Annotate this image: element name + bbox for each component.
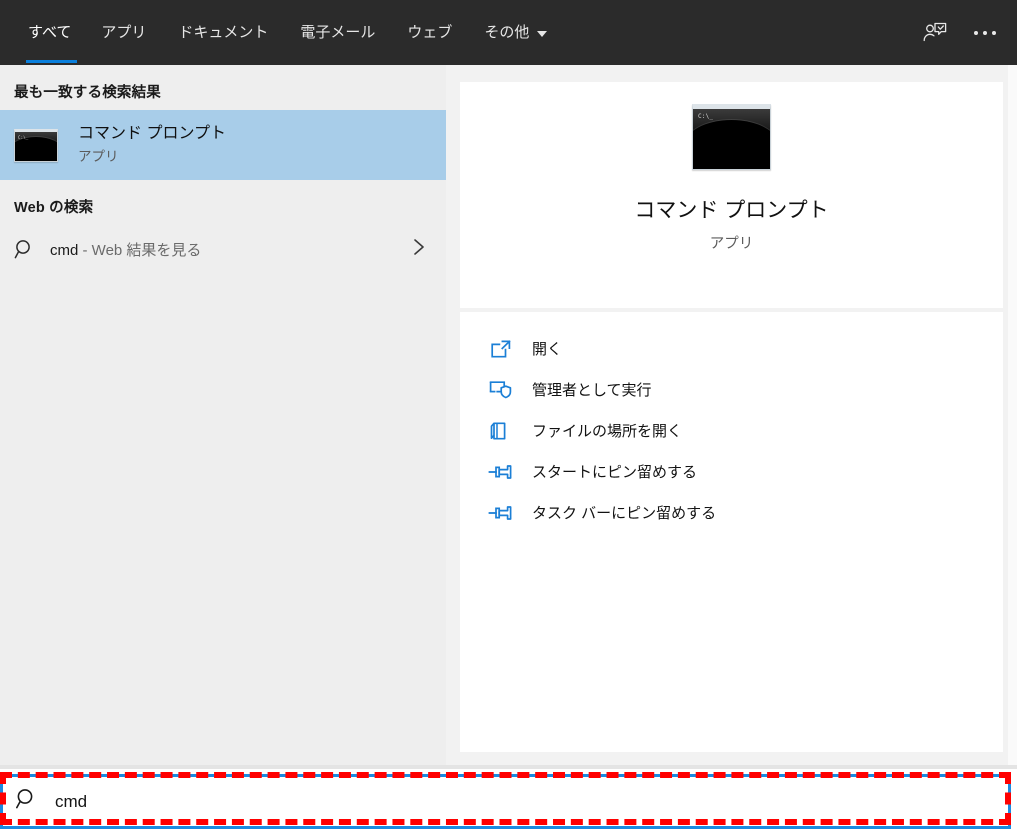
search-icon: [15, 787, 39, 816]
action-open-label: 開く: [532, 341, 563, 358]
tab-all-label: すべて: [28, 24, 72, 41]
chevron-right-icon: [412, 238, 426, 261]
tab-documents[interactable]: ドキュメント: [162, 0, 284, 65]
action-pin-to-start-label: スタートにピン留めする: [532, 464, 698, 481]
result-item-title: コマンド プロンプト: [78, 125, 226, 143]
feedback-button[interactable]: [913, 11, 957, 55]
search-flyout-window: すべて アプリ ドキュメント 電子メール ウェブ その他 最も一致する検索結果 …: [0, 0, 1017, 829]
chevron-down-icon: [537, 30, 548, 37]
search-icon: [14, 238, 44, 260]
result-item-command-prompt[interactable]: C:\_ コマンド プロンプト アプリ: [0, 110, 446, 180]
action-open[interactable]: 開く: [460, 328, 1003, 369]
preview-app-card: C:\_ コマンド プロンプト アプリ: [460, 82, 1003, 308]
pin-icon: [486, 504, 516, 522]
more-options-icon: [974, 30, 996, 35]
search-bar-container: cmd: [0, 769, 1017, 829]
folder-open-location-icon: [486, 420, 516, 442]
search-input[interactable]: cmd: [0, 774, 1011, 829]
tab-web-label: ウェブ: [407, 24, 453, 41]
web-search-header: Web の検索: [14, 200, 94, 216]
tab-apps-label: アプリ: [101, 24, 147, 41]
search-input-value: cmd: [55, 791, 88, 811]
action-open-file-location[interactable]: ファイルの場所を開く: [460, 410, 1003, 451]
result-item-subtitle: アプリ: [78, 149, 119, 165]
command-prompt-icon: C:\_: [692, 104, 771, 170]
web-result-suffix: - Web 結果を見る: [82, 241, 202, 259]
result-item-text: コマンド プロンプト アプリ: [78, 124, 226, 165]
tab-email[interactable]: 電子メール: [284, 0, 391, 65]
web-result-label: cmd - Web 結果を見る: [50, 239, 412, 260]
tab-documents-label: ドキュメント: [178, 24, 269, 41]
tab-web[interactable]: ウェブ: [391, 0, 468, 65]
web-result-item[interactable]: cmd - Web 結果を見る: [0, 225, 446, 273]
preview-actions-card: 開く 管理者として実行 ファイルの場所を開く スタートにピン留めする タスク バ…: [460, 312, 1003, 752]
tab-active-underline: [26, 60, 78, 63]
preview-app-title: コマンド プロンプト: [634, 199, 829, 222]
action-pin-to-taskbar-label: タスク バーにピン留めする: [532, 505, 717, 522]
tab-apps[interactable]: アプリ: [85, 0, 162, 65]
action-pin-to-taskbar[interactable]: タスク バーにピン留めする: [460, 492, 1003, 533]
action-pin-to-start[interactable]: スタートにピン留めする: [460, 451, 1003, 492]
tab-more-label: その他: [484, 24, 530, 41]
topbar-action-group: [913, 0, 1007, 65]
action-open-file-location-label: ファイルの場所を開く: [532, 423, 683, 440]
pin-icon: [486, 463, 516, 481]
command-prompt-icon: C:\_: [14, 128, 58, 162]
results-panel: 最も一致する検索結果 C:\_ コマンド プロンプト アプリ Web の検索 c…: [0, 65, 446, 769]
open-external-icon: [486, 339, 516, 359]
tab-more[interactable]: その他: [468, 0, 563, 65]
person-feedback-icon: [923, 22, 947, 41]
shield-run-as-admin-icon: [486, 379, 516, 401]
preview-panel: C:\_ コマンド プロンプト アプリ 開く 管理者として実行 ファイルの場所を…: [446, 65, 1017, 769]
tab-list: すべて アプリ ドキュメント 電子メール ウェブ その他: [18, 0, 563, 65]
web-result-query: cmd: [50, 241, 79, 259]
best-match-header: 最も一致する検索結果: [14, 85, 161, 101]
more-options-button[interactable]: [963, 11, 1007, 55]
panel-right-gutter: [1008, 65, 1017, 769]
tab-all[interactable]: すべて: [18, 0, 85, 65]
top-tab-bar: すべて アプリ ドキュメント 電子メール ウェブ その他: [0, 0, 1017, 65]
action-run-as-admin[interactable]: 管理者として実行: [460, 369, 1003, 410]
action-run-as-admin-label: 管理者として実行: [532, 382, 652, 399]
tab-email-label: 電子メール: [300, 24, 376, 41]
preview-app-type: アプリ: [709, 236, 754, 252]
